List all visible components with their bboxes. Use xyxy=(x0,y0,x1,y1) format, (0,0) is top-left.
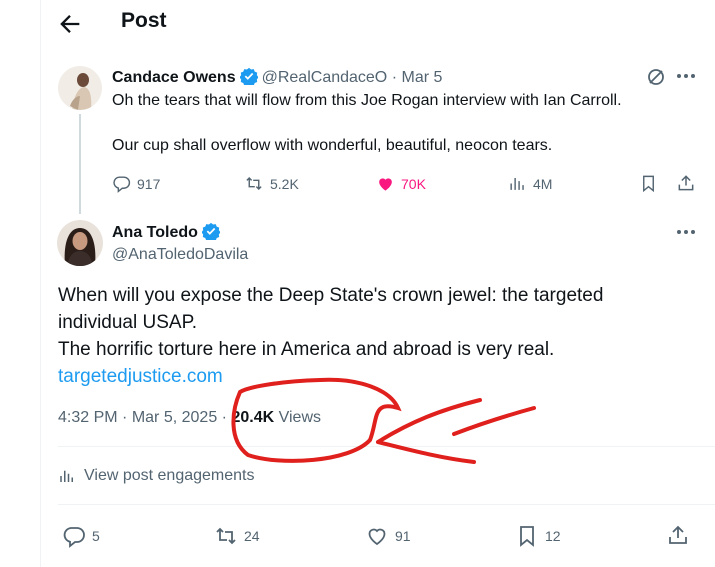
views-button[interactable]: 4M xyxy=(508,174,552,193)
reply-icon xyxy=(62,524,86,548)
post-text-line: The horrific torture here in America and… xyxy=(58,339,555,360)
repost-count: 5.2K xyxy=(270,175,299,192)
share-icon[interactable] xyxy=(666,523,690,547)
page-title: Post xyxy=(121,9,167,32)
post-date[interactable]: Mar 5 xyxy=(401,69,442,86)
reply-button[interactable]: 5 xyxy=(62,524,100,548)
view-engagements-link[interactable]: View post engagements xyxy=(58,467,254,485)
bookmark-icon[interactable] xyxy=(639,174,658,193)
post-link[interactable]: targetedjustice.com xyxy=(58,366,223,388)
author-name[interactable]: Ana Toledo xyxy=(112,224,198,241)
verified-badge-icon xyxy=(239,67,258,85)
engagements-label: View post engagements xyxy=(84,467,255,484)
repost-icon xyxy=(244,174,264,193)
grok-icon[interactable] xyxy=(646,67,666,87)
analytics-icon xyxy=(508,174,527,193)
thread-connector xyxy=(79,114,81,214)
repost-icon xyxy=(214,524,238,548)
post-metadata: 4:32 PM · Mar 5, 2025 · 20.4K Views xyxy=(58,409,321,427)
avatar-ana-toledo[interactable] xyxy=(57,220,103,266)
avatar-candace-owens[interactable] xyxy=(58,66,102,110)
post-text-line: When will you expose the Deep State's cr… xyxy=(58,285,604,306)
repost-button[interactable]: 24 xyxy=(214,524,260,548)
more-options-icon[interactable] xyxy=(674,66,698,86)
reply-icon xyxy=(112,174,131,193)
like-count: 91 xyxy=(395,528,411,544)
author-handle[interactable]: @AnaToledoDavila xyxy=(112,246,248,264)
meta-separator: · xyxy=(122,409,128,426)
like-button[interactable]: 91 xyxy=(365,524,411,548)
reply-button[interactable]: 917 xyxy=(112,174,160,193)
author-name-row: Ana Toledo xyxy=(112,222,224,242)
reply-count: 917 xyxy=(137,175,161,192)
heart-icon xyxy=(365,524,389,548)
reply-count: 5 xyxy=(92,528,100,544)
post-text-line: individual USAP. xyxy=(58,312,198,333)
like-button[interactable]: 70K xyxy=(376,174,426,193)
divider xyxy=(58,504,715,505)
bookmark-count: 12 xyxy=(545,528,561,544)
views-label: Views xyxy=(278,409,321,426)
more-options-icon[interactable] xyxy=(674,222,698,242)
annotation-arrow xyxy=(376,398,536,464)
date-separator: · xyxy=(391,69,398,86)
back-arrow-icon[interactable] xyxy=(56,10,84,38)
meta-separator: · xyxy=(221,409,227,426)
repost-button[interactable]: 5.2K xyxy=(244,174,299,193)
bookmark-button[interactable]: 12 xyxy=(515,524,561,548)
bookmark-icon xyxy=(515,524,539,548)
parent-post-text: Oh the tears that will flow from this Jo… xyxy=(112,92,622,109)
author-handle[interactable]: @RealCandaceO xyxy=(262,69,388,86)
post-time[interactable]: 4:32 PM xyxy=(58,409,118,426)
like-count: 70K xyxy=(401,175,426,192)
views-count: 4M xyxy=(533,175,553,192)
parent-post-header: Candace Owens @RealCandaceO · Mar 5 xyxy=(112,67,442,87)
share-icon[interactable] xyxy=(676,173,696,193)
divider xyxy=(58,446,715,447)
views-count: 20.4K xyxy=(231,409,275,426)
post-date[interactable]: Mar 5, 2025 xyxy=(132,409,217,426)
verified-badge-icon xyxy=(201,222,220,240)
page-left-border xyxy=(40,0,41,567)
heart-filled-icon xyxy=(376,174,395,193)
analytics-icon xyxy=(58,467,76,485)
author-name[interactable]: Candace Owens xyxy=(112,69,236,86)
parent-post-text: Our cup shall overflow with wonderful, b… xyxy=(112,137,553,154)
repost-count: 24 xyxy=(244,528,260,544)
